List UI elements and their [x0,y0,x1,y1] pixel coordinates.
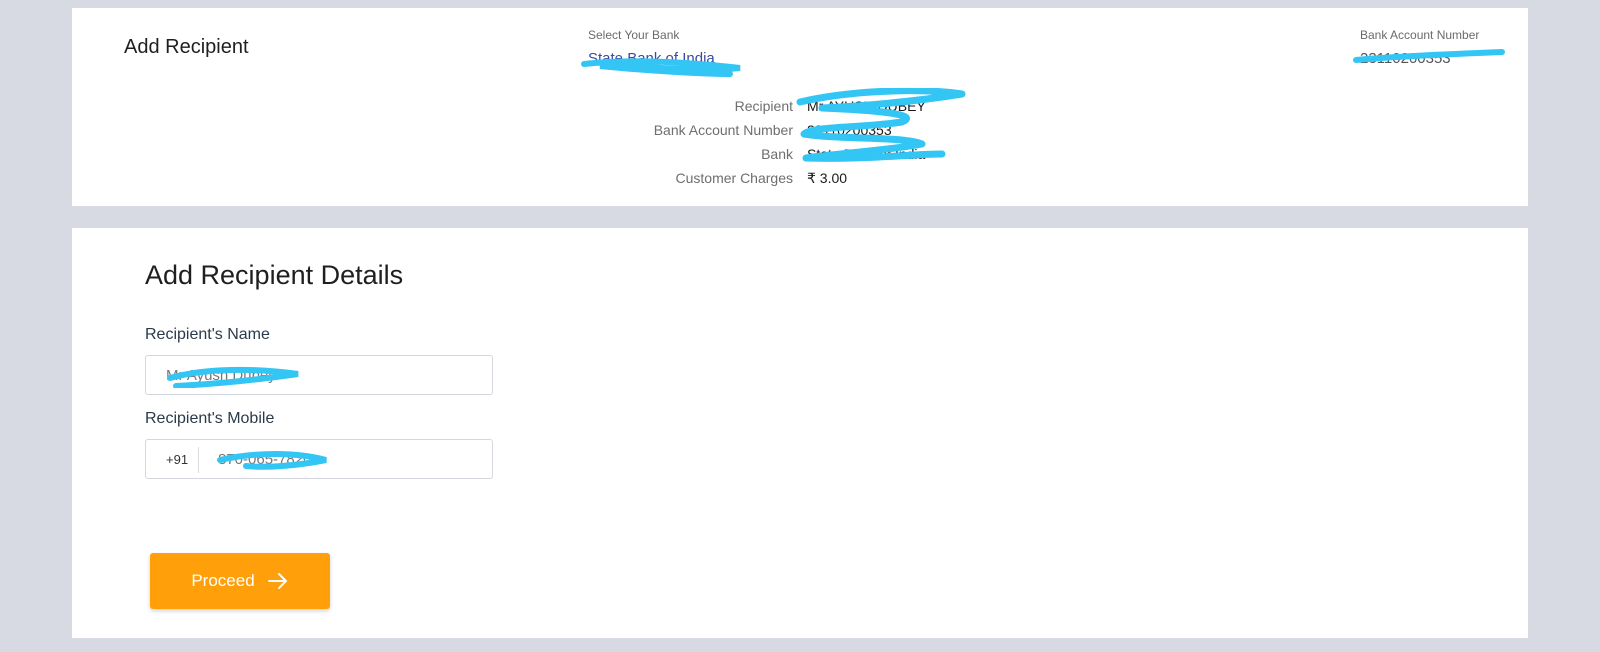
mobile-value: 870-065-7820 [218,451,312,468]
prefix-divider [198,447,199,473]
detail-label: Bank [761,146,793,162]
detail-label: Recipient [734,98,793,114]
proceed-button[interactable]: Proceed [150,553,330,609]
mobile-field[interactable]: +91 870-065-7820 [145,439,493,479]
detail-row-account: Bank Account Number 23110200353 [72,122,1528,144]
detail-value: 23110200353 [807,122,892,138]
name-label: Recipient's Name [145,326,270,343]
proceed-label: Proceed [191,571,255,590]
name-value: Mr Ayush Dubey [166,367,276,384]
detail-value: State Bank of India [807,146,926,162]
add-recipient-form-card: Add Recipient Details Recipient's Name M… [72,228,1528,638]
bank-select-label: Select Your Bank [588,28,680,42]
bank-select-value[interactable]: State Bank of India [588,50,715,68]
form-title: Add Recipient Details [145,260,404,290]
bank-select[interactable]: Select Your Bank State Bank of India [581,28,741,77]
name-field[interactable]: Mr Ayush Dubey [145,355,493,395]
recipient-summary-card: Add Recipient Select Your Bank State Ban… [72,8,1528,206]
detail-value: Mr AYUSH DUBEY [807,98,926,114]
detail-row-bank: Bank State Bank of India [72,146,1528,168]
detail-row-charges: Customer Charges ₹ 3.00 [72,170,1528,192]
detail-value: ₹ 3.00 [807,170,848,186]
account-select-label: Bank Account Number [1360,28,1480,42]
arrow-right-icon [267,573,287,589]
mobile-label: Recipient's Mobile [145,410,275,427]
country-code: +91 [166,452,189,467]
detail-label: Bank Account Number [653,122,793,138]
detail-label: Customer Charges [675,170,794,186]
account-select-value[interactable]: 23110200353 [1360,50,1479,68]
page-title: Add Recipient [124,36,249,58]
account-select[interactable]: Bank Account Number 23110200353 [1353,28,1505,68]
detail-row-recipient: Recipient Mr AYUSH DUBEY [72,98,1528,120]
